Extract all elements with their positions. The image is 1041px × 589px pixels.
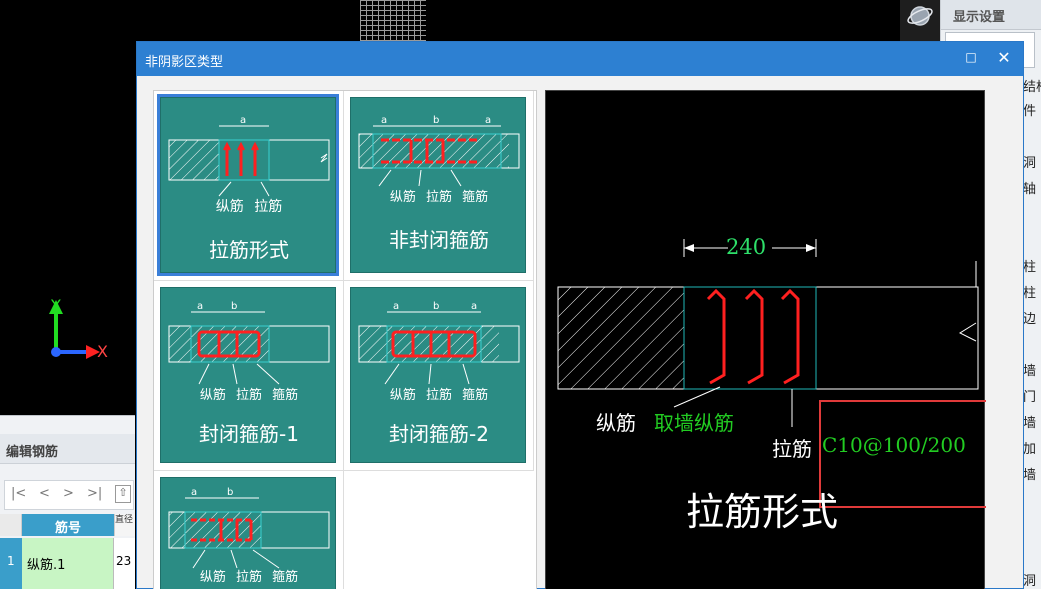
side-item[interactable]: 轴	[1023, 178, 1041, 197]
longitudinal-value[interactable]: 取墙纵筋	[654, 407, 734, 436]
svg-text:a: a	[240, 115, 246, 126]
tile-label: 拉筋	[235, 388, 262, 403]
tile-label: 纵筋	[199, 388, 226, 403]
tile-caption: 非封闭箍筋	[389, 228, 489, 252]
shadow-zone-type-dialog: 非阴影区类型 □ ✕ a 纵筋 拉筋 拉筋形式 a b a 纵筋 拉筋 箍筋 非…	[136, 41, 1024, 589]
next-record-button[interactable]: >	[63, 486, 74, 501]
svg-text:a: a	[485, 115, 491, 126]
side-item[interactable]: 件	[1023, 100, 1041, 119]
dialog-title: 非阴影区类型	[145, 55, 224, 70]
tile-labels: 纵筋 拉筋 箍筋	[351, 186, 527, 205]
maximize-button[interactable]: □	[963, 50, 979, 66]
close-button[interactable]: ✕	[995, 48, 1013, 68]
type-option-stirrup-variant[interactable]: a b 纵筋 拉筋 箍筋	[160, 477, 336, 589]
side-item[interactable]: 门	[1023, 386, 1041, 405]
svg-text:a: a	[191, 487, 197, 498]
longitudinal-label: 纵筋	[596, 411, 636, 435]
tile-labels: 纵筋 拉筋 箍筋	[351, 384, 527, 403]
tile-caption: 封闭箍筋-2	[389, 422, 489, 446]
orbit-icon[interactable]	[905, 2, 935, 32]
last-record-button[interactable]: >|	[87, 486, 102, 501]
svg-text:a: a	[197, 301, 203, 312]
type-option-open-stirrup[interactable]: a b a 纵筋 拉筋 箍筋 非封闭箍筋	[350, 97, 526, 273]
tile-label: 纵筋	[389, 190, 416, 205]
side-item[interactable]: 加	[1023, 438, 1041, 457]
preview-caption: 拉筋形式	[686, 490, 839, 534]
side-item[interactable]: 墙	[1023, 360, 1041, 379]
tile-caption: 拉筋形式	[209, 238, 289, 262]
record-nav-bar: |< < > >| ⇧	[4, 480, 134, 510]
tile-label: 拉筋	[235, 570, 262, 585]
tile-caption: 封闭箍筋-1	[199, 422, 299, 446]
column-header-extra[interactable]: 直径	[114, 514, 135, 536]
tile-label: 箍筋	[462, 388, 489, 403]
tile-label: 箍筋	[462, 190, 489, 205]
svg-text:b: b	[231, 301, 237, 312]
axis-y-label: Y	[51, 296, 61, 315]
axis-x-label: X	[97, 342, 108, 361]
axis-indicator: Y X	[44, 296, 124, 366]
side-item[interactable]: 结构	[1023, 76, 1041, 95]
tile-label: 拉筋	[254, 199, 283, 215]
row-number-header	[0, 514, 22, 536]
dialog-titlebar[interactable]: 非阴影区类型 □ ✕	[137, 42, 1023, 76]
type-option-closed-stirrup-2[interactable]: a b a 纵筋 拉筋 箍筋 封闭箍筋-2	[350, 287, 526, 463]
tile-label: 纵筋	[389, 388, 416, 403]
side-item[interactable]: 边	[1023, 308, 1041, 327]
svg-text:b: b	[433, 301, 439, 312]
tile-label: 箍筋	[272, 388, 299, 403]
svg-text:a: a	[471, 301, 477, 312]
svg-text:b: b	[433, 115, 439, 126]
type-cell: a b 纵筋 拉筋 箍筋	[154, 471, 344, 589]
tile-labels: 纵筋 拉筋 箍筋	[161, 566, 335, 585]
prev-record-button[interactable]: <	[39, 486, 50, 501]
side-item[interactable]: 墙	[1023, 464, 1041, 483]
side-item[interactable]: 洞	[1023, 570, 1041, 589]
type-preview-panel: 240 纵筋 取墙纵筋 拉筋 C10@100/200 拉筋形式	[545, 90, 986, 589]
rebar-editor: 编辑钢筋 |< < > >| ⇧ 筋号 直径 1 纵筋.1 23	[0, 415, 135, 589]
tile-label: 纵筋	[199, 570, 226, 585]
side-item[interactable]: 柱	[1023, 256, 1041, 275]
type-option-tie-bar[interactable]: a 纵筋 拉筋 拉筋形式	[160, 97, 336, 273]
svg-text:a: a	[393, 301, 399, 312]
first-record-button[interactable]: |<	[11, 486, 26, 501]
panel-title[interactable]: 显示设置	[941, 0, 1041, 30]
move-up-icon[interactable]: ⇧	[115, 485, 131, 503]
type-option-closed-stirrup-1[interactable]: a b 纵筋 拉筋 箍筋 封闭箍筋-1	[160, 287, 336, 463]
side-item[interactable]: 柱	[1023, 282, 1041, 301]
rebar-editor-title: 编辑钢筋	[0, 434, 135, 464]
tile-label: 拉筋	[425, 190, 452, 205]
svg-text:a: a	[381, 115, 387, 126]
tile-labels: 纵筋 拉筋 箍筋	[161, 384, 337, 403]
type-cell: a b a 纵筋 拉筋 箍筋 非封闭箍筋	[344, 91, 534, 281]
side-item[interactable]: 墙	[1023, 412, 1041, 431]
type-cell: a b a 纵筋 拉筋 箍筋 封闭箍筋-2	[344, 281, 534, 471]
column-header-name[interactable]: 筋号	[22, 514, 114, 536]
grid-pattern	[360, 0, 426, 41]
tie-label: 拉筋	[772, 437, 812, 461]
tile-label: 箍筋	[272, 570, 299, 585]
tile-labels: 纵筋 拉筋	[161, 196, 337, 216]
dimension-label: 240	[726, 235, 767, 259]
tile-label: 纵筋	[215, 199, 244, 215]
row-index[interactable]: 1	[0, 538, 22, 589]
type-thumbnail-grid: a 纵筋 拉筋 拉筋形式 a b a 纵筋 拉筋 箍筋 非封闭箍筋 a b 纵筋…	[153, 90, 537, 589]
tile-label: 拉筋	[425, 388, 452, 403]
type-cell: a 纵筋 拉筋 拉筋形式	[154, 91, 344, 281]
type-cell: a b 纵筋 拉筋 箍筋 封闭箍筋-1	[154, 281, 344, 471]
table-cell-name[interactable]: 纵筋.1	[22, 538, 114, 589]
svg-text:b: b	[227, 487, 233, 498]
tie-value[interactable]: C10@100/200	[822, 433, 966, 457]
table-cell-value[interactable]: 23	[114, 538, 135, 589]
side-item[interactable]: 洞	[1023, 152, 1041, 171]
